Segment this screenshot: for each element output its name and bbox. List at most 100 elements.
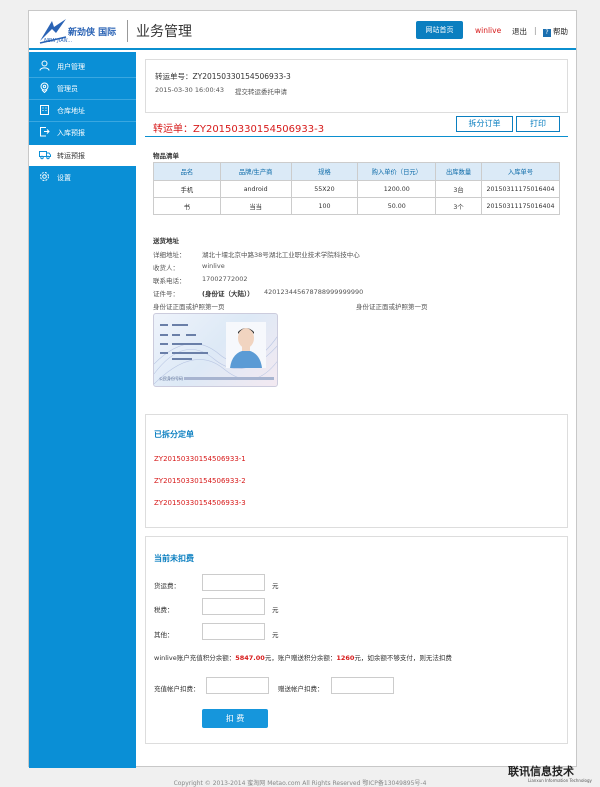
document-export-icon [39,126,50,137]
id-card-image[interactable]: 公民身份号码 [153,313,278,387]
brand-logo[interactable]: 新劲侠 国际 NEW JIAN... [38,17,126,47]
column-header: 出库数量 [435,162,482,181]
gift-balance: 1260 [336,654,355,662]
app-frame: 新劲侠 国际 NEW JIAN... 业务管理 网站首页 winlive 退出 … [28,10,577,768]
recharge-deduct-input[interactable] [206,677,269,694]
freight-input[interactable] [202,574,265,591]
receiver-label: 收货人： [153,264,179,272]
table-row: 手机 android 55X20 1200.00 3台 201503111750… [153,180,560,198]
address-detail-label: 详细地址： [153,251,186,259]
home-button[interactable]: 网站首页 [416,21,463,39]
column-header: 入库单号 [481,162,560,181]
help-link[interactable]: ? 帮助 [543,26,568,37]
title-underline [145,136,568,137]
footer-copyright: Copyright © 2013-2014 蜜淘网 Metao.com All … [173,780,427,787]
fees-title: 当前未扣费 [154,554,194,563]
sidebar-item-settings[interactable]: 设置 [29,167,136,188]
gift-deduct-label: 赠送帐户扣费： [278,685,324,693]
other-fee-unit: 元 [272,631,279,639]
sidebar-item-label: 入库预报 [57,129,85,137]
logout-link[interactable]: 退出 [512,26,527,37]
id-back-label: 身份证正面或护照第一页 [356,303,428,311]
recharge-balance: 5847.00 [235,654,265,662]
other-fee-input[interactable] [202,623,265,640]
balance-text: 元，如余额不够支付，则无法扣费 [354,654,452,662]
order-summary-panel: 转运单号：ZY20150330154506933-3 2015-03-30 16… [145,59,568,113]
table-cell: 手机 [153,180,221,198]
table-cell: android [219,180,292,198]
gear-icon [39,171,50,182]
sidebar-item-label: 转运预报 [57,152,85,160]
split-order-link-3[interactable]: ZY20150330154506933-3 [154,499,246,507]
sidebar-item-label: 设置 [57,174,71,182]
print-button[interactable]: 打印 [516,116,560,132]
sidebar-item-admin[interactable]: 管理员 [29,78,136,99]
balance-text: 账户充值积分余额： [176,654,236,662]
other-fee-label: 其他： [154,631,174,639]
table-cell: 当当 [219,197,292,215]
id-card-number-label: 公民身份号码 [159,376,183,381]
building-icon [39,104,50,115]
tax-label: 税费： [154,606,174,614]
fees-panel: 当前未扣费 货运费： 元 税费： 元 其他： 元 winlive账户充值积分余额… [145,536,568,744]
goods-title: 物品清单 [153,152,179,160]
goods-table-wrap: 品名 品牌/生产商 规格 购入单价（日元） 出库数量 入库单号 手机 andro… [145,162,568,222]
split-order-button[interactable]: 拆分订单 [456,116,513,132]
split-order-link-1[interactable]: ZY20150330154506933-1 [154,455,246,463]
id-value: 420123445678788999999990 [264,288,364,296]
transfer-number-label: 转运单号：ZY20150330154506933-3 [155,72,291,81]
table-row: 书 当当 100 50.00 3个 20150311175016404 [153,197,560,215]
balance-text: 元，账户赠送积分余额： [264,654,337,662]
phone-value: 17002772002 [202,275,248,283]
recharge-deduct-label: 充值帐户扣费： [154,685,200,693]
table-cell: 1200.00 [357,180,437,198]
id-type: (身份证（大陆）） [202,290,254,298]
phone-label: 联系电话： [153,277,186,285]
tax-input[interactable] [202,598,265,615]
sidebar-item-warehouse[interactable]: 仓库地址 [29,100,136,121]
sidebar-item-transfer-forecast[interactable]: 转运预报 [29,145,136,166]
watermark-logo: 联讯信息技术 [508,765,574,778]
receiver-value: winlive [202,262,225,270]
logo-text: 新劲侠 国际 [68,28,117,38]
order-prefix: 转运单： [153,124,193,135]
column-header: 购入单价（日元） [357,162,437,181]
address-title: 送货地址 [153,237,179,245]
sidebar: 用户管理 管理员 仓库地址 入库预报 转运预报 设置 [29,52,136,768]
user-icon [39,60,50,71]
submit-datetime: 2015-03-30 16:00:43 [155,86,225,94]
table-cell: 20150311175016404 [481,197,560,215]
sidebar-item-label: 管理员 [57,85,78,93]
logo-subtext: NEW JIAN... [44,38,73,44]
goods-table: 品名 品牌/生产商 规格 购入单价（日元） 出库数量 入库单号 手机 andro… [153,162,560,215]
help-icon: ? [543,29,551,37]
balance-user: winlive [154,654,177,662]
watermark-subtext: Lianxun Information Technology [528,778,592,783]
sidebar-item-inbound-forecast[interactable]: 入库预报 [29,122,136,143]
sidebar-item-users[interactable]: 用户管理 [29,56,136,77]
user-name-link[interactable]: winlive [475,26,501,35]
freight-label: 货运费： [154,582,180,590]
deduct-button[interactable]: 扣 费 [202,709,268,728]
table-cell: 50.00 [357,197,437,215]
gift-deduct-input[interactable] [331,677,394,694]
order-number: ZY20150330154506933-3 [193,124,325,135]
table-cell: 20150311175016404 [481,180,560,198]
help-label: 帮助 [553,27,568,36]
tax-unit: 元 [272,606,279,614]
table-cell: 55X20 [290,180,359,198]
submit-action: 提交转运委托申请 [235,88,287,96]
table-cell: 3台 [435,180,482,198]
sidebar-item-label: 用户管理 [57,63,85,71]
split-order-link-2[interactable]: ZY20150330154506933-2 [154,477,246,485]
freight-unit: 元 [272,582,279,590]
id-card-number-bar [184,377,274,380]
id-label: 证件号： [153,290,179,298]
header-divider [127,20,128,42]
table-header-row: 品名 品牌/生产商 规格 购入单价（日元） 出库数量 入库单号 [153,162,560,181]
table-cell: 3个 [435,197,482,215]
address-detail-value: 湖北十堰北京中路38号湖北工业职业技术学院科技中心 [202,251,360,259]
truck-icon [39,149,51,160]
order-title: 转运单：ZY20150330154506933-3 [153,120,324,135]
column-header: 规格 [290,162,359,181]
